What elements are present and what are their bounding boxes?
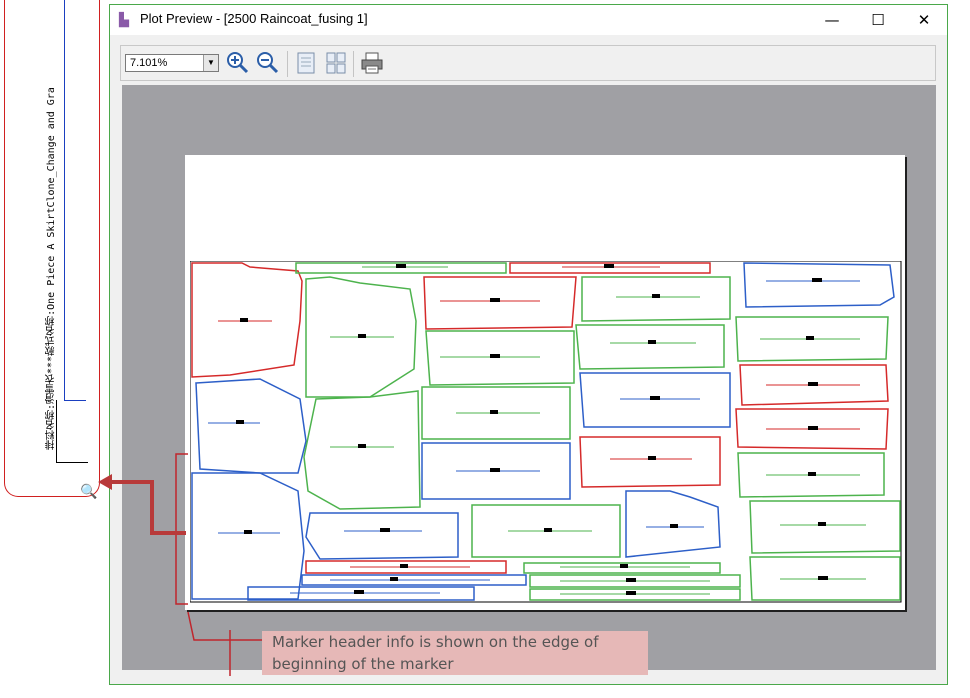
annotation-callout: Marker header info is shown on the edge … xyxy=(262,631,648,675)
leader-line xyxy=(187,611,262,641)
arrow-head xyxy=(98,474,112,490)
bracket xyxy=(175,453,188,605)
annotation-line-1: Marker header info is shown on the edge … xyxy=(272,633,599,651)
callout-connector xyxy=(98,453,262,676)
arrow-line xyxy=(110,480,186,535)
annotation-line-2: beginning of the marker xyxy=(272,655,454,673)
